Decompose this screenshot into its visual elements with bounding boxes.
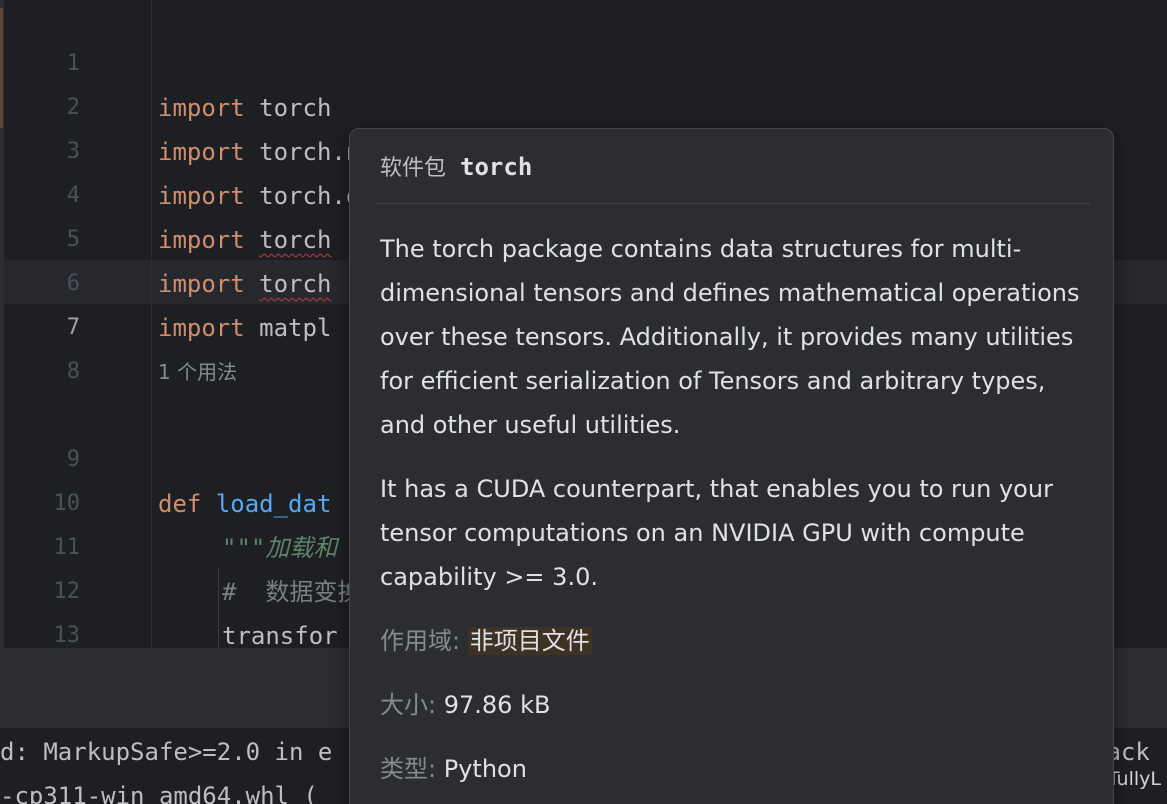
symbol-kind-label: 软件包: [380, 156, 447, 181]
code-line[interactable]: 3 import torch.optim as optim: [0, 86, 1167, 210]
size-row: 大小: 97.86 kB: [380, 685, 550, 725]
popup-divider: [375, 203, 1090, 204]
size-label: 大小:: [380, 691, 437, 719]
scope-label: 作用域:: [380, 627, 461, 655]
type-label: 类型:: [380, 755, 437, 783]
package-description: The torch package contains data structur…: [380, 235, 1080, 439]
terminal-line: d: MarkupSafe>=2.0 in e: [0, 738, 333, 766]
line-number: 8: [66, 359, 80, 384]
size-value: 97.86 kB: [443, 691, 551, 719]
code-line[interactable]: 2 import torch.nn as nn: [0, 42, 1167, 166]
type-row: 类型: Python: [380, 749, 527, 789]
scope-value: 非项目文件: [467, 627, 592, 655]
quick-documentation-popup[interactable]: 软件包 torch The torch package contains data…: [349, 128, 1114, 804]
usage-count-hint[interactable]: 1 个用法: [158, 354, 237, 390]
symbol-name: torch: [460, 153, 533, 181]
popup-header: 软件包 torch: [380, 147, 532, 187]
code-line[interactable]: 1 import torch: [0, 0, 1167, 122]
terminal-line: -cp311-win_amd64.whl (: [0, 782, 318, 804]
type-value: Python: [443, 755, 527, 783]
cuda-note: It has a CUDA counterpart, that enables …: [380, 475, 1053, 591]
scope-row: 作用域: 非项目文件: [380, 621, 592, 661]
